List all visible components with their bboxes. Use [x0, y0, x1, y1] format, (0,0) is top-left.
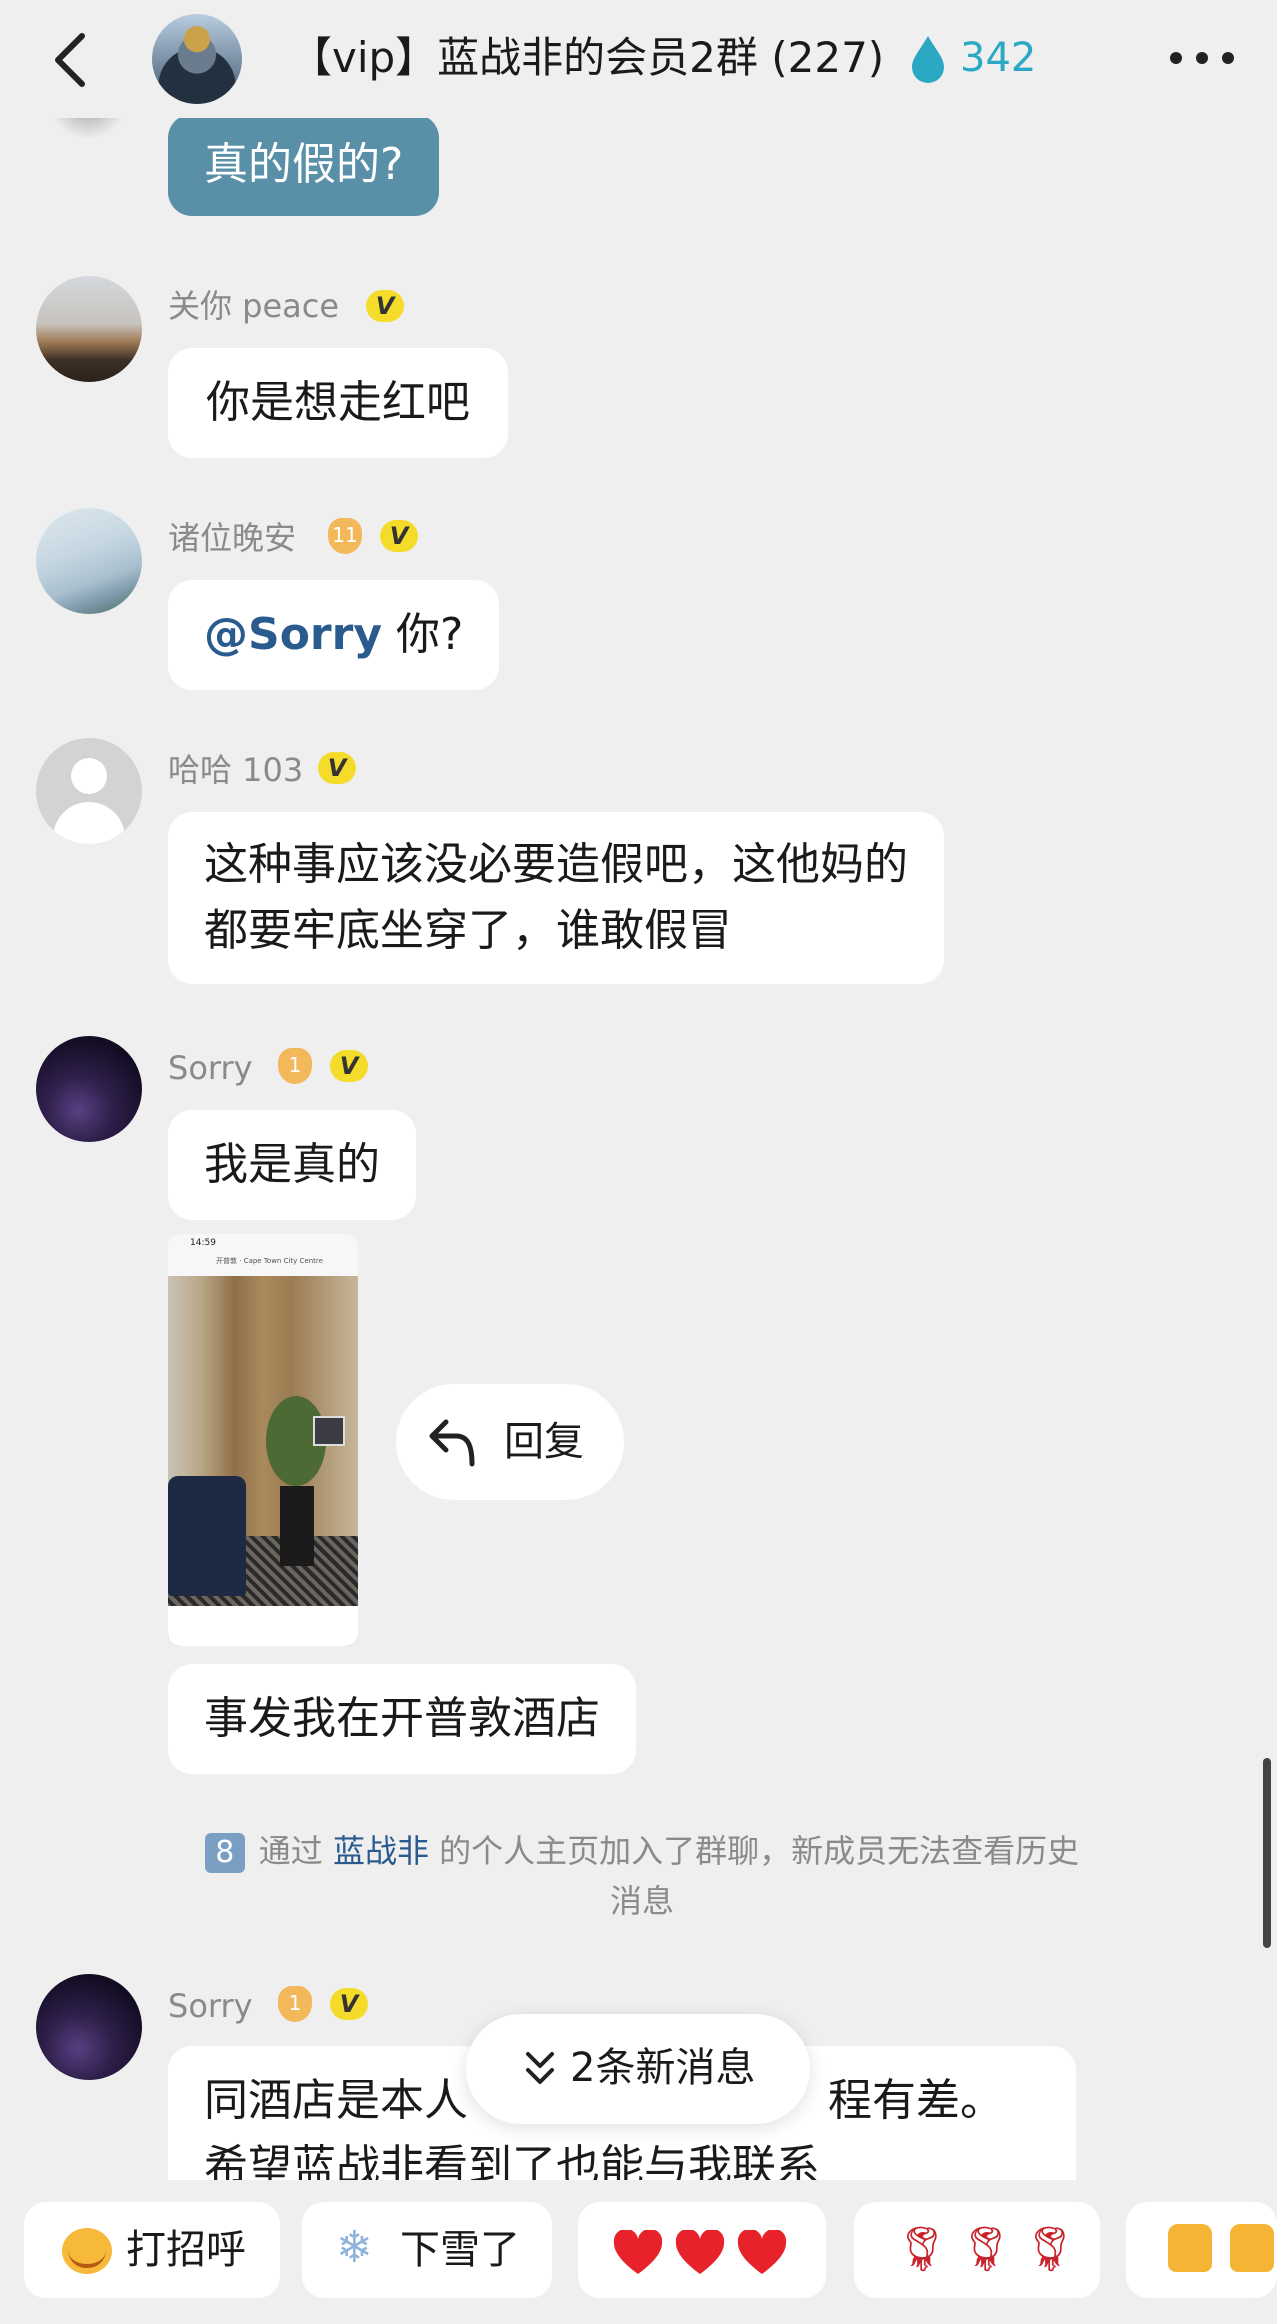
level-badge-icon: 1 [278, 1048, 312, 1084]
message-line: 这种事应该没必要造假吧，这他妈的 [204, 839, 908, 890]
username[interactable]: Sorry [168, 1046, 253, 1090]
quick-reply-hearts[interactable] [578, 2202, 826, 2298]
username[interactable]: 关你 peace [168, 284, 339, 328]
snowflake-icon: ❄ [336, 2222, 373, 2273]
rose-icon: 🌹︎ [958, 2224, 1014, 2275]
system-text: 通过 [258, 1832, 333, 1870]
image-toolbar [168, 1606, 358, 1646]
image-status-bar: 14:59 开普敦 · Cape Town City Centre [168, 1234, 358, 1276]
system-message: 8 通过 蓝战非 的个人主页加入了群聊，新成员无法查看历史消息 [152, 1826, 1132, 1926]
message-bubble[interactable]: 我是真的 [168, 1110, 416, 1220]
thumbs-up-icon [1230, 2224, 1274, 2272]
new-messages-label: 2条新消息 [570, 2045, 756, 2091]
message-text: 你? [382, 609, 464, 660]
chat-header: 【vip】蓝战非的会员2群 (227) 342 [0, 0, 1277, 118]
mention-link[interactable]: @Sorry [204, 609, 382, 660]
reply-label: 回复 [504, 1419, 584, 1465]
rose-icon: 🌹︎ [894, 2224, 950, 2275]
quick-reply-greet[interactable]: 打招呼 [24, 2202, 280, 2298]
avatar[interactable] [36, 276, 142, 382]
profile-link[interactable]: 蓝战非 [333, 1832, 429, 1870]
message-bubble[interactable]: 你是想走红吧 [168, 348, 508, 458]
vip-badge-icon: V [330, 1050, 368, 1082]
scrollbar[interactable] [1263, 1758, 1271, 1948]
quick-reply-label: 下雪了 [400, 2227, 520, 2273]
message-bubble[interactable]: 这种事应该没必要造假吧，这他妈的 都要牢底坐穿了，谁敢假冒 [168, 812, 944, 984]
message-line: 程有差。 [828, 2075, 1004, 2126]
double-chevron-down-icon [526, 2052, 554, 2084]
hotel-room-photo [168, 1276, 358, 1646]
message-bubble[interactable]: 事发我在开普敦酒店 [168, 1664, 636, 1774]
quick-reply-thumbs[interactable] [1126, 2202, 1277, 2298]
heart-icon [613, 2230, 663, 2274]
avatar[interactable] [36, 1974, 142, 2080]
vip-badge-icon: V [380, 520, 418, 552]
vip-badge-icon: V [318, 752, 356, 784]
number-badge-icon: 8 [204, 1833, 245, 1873]
reply-button[interactable]: 回复 [396, 1384, 624, 1500]
message-line: 同酒店是本人 [204, 2075, 468, 2126]
more-options-icon[interactable] [1170, 52, 1236, 66]
system-text: 消息 [609, 1882, 674, 1920]
avatar[interactable] [36, 508, 142, 614]
image-status-time: 14:59 [190, 1238, 216, 1248]
vip-badge-icon: V [330, 1988, 368, 2020]
heat-drop-icon [912, 36, 944, 83]
level-badge-icon: 1 [278, 1986, 312, 2022]
username[interactable]: 诸位晚安 [168, 516, 296, 560]
level-badge-icon: 11 [328, 518, 362, 554]
username[interactable]: Sorry [168, 1984, 253, 2028]
heart-icon [737, 2230, 787, 2274]
vip-badge-icon: V [366, 290, 404, 322]
quick-reply-label: 打招呼 [126, 2227, 246, 2273]
avatar[interactable] [36, 738, 142, 844]
message-bubble[interactable]: 真的假的? [168, 114, 440, 216]
heat-count: 342 [960, 35, 1037, 81]
new-messages-button[interactable]: 2条新消息 [466, 2014, 810, 2124]
message-bubble[interactable]: @Sorry 你? [168, 580, 500, 690]
group-title[interactable]: 【vip】蓝战非的会员2群 (227) [290, 30, 884, 86]
system-text: 的个人主页加入了群聊，新成员无法查看历史 [429, 1832, 1080, 1870]
smile-icon [62, 2228, 112, 2274]
username[interactable]: 哈哈 103 [168, 748, 303, 792]
image-message[interactable]: 14:59 开普敦 · Cape Town City Centre [168, 1234, 358, 1646]
quick-reply-snow[interactable]: ❄ 下雪了 [302, 2202, 552, 2298]
avatar[interactable] [36, 1036, 142, 1142]
thumbs-up-icon [1168, 2224, 1212, 2272]
reply-arrow-icon [429, 1419, 475, 1467]
heart-icon [675, 2230, 725, 2274]
rose-icon: 🌹︎ [1022, 2224, 1078, 2275]
image-caption: 开普敦 · Cape Town City Centre [216, 1257, 323, 1265]
back-arrow-icon[interactable] [46, 30, 96, 90]
group-avatar[interactable] [152, 14, 242, 104]
message-line: 都要牢底坐穿了，谁敢假冒 [204, 905, 732, 956]
quick-reply-roses[interactable]: 🌹︎ 🌹︎ 🌹︎ [854, 2202, 1100, 2298]
